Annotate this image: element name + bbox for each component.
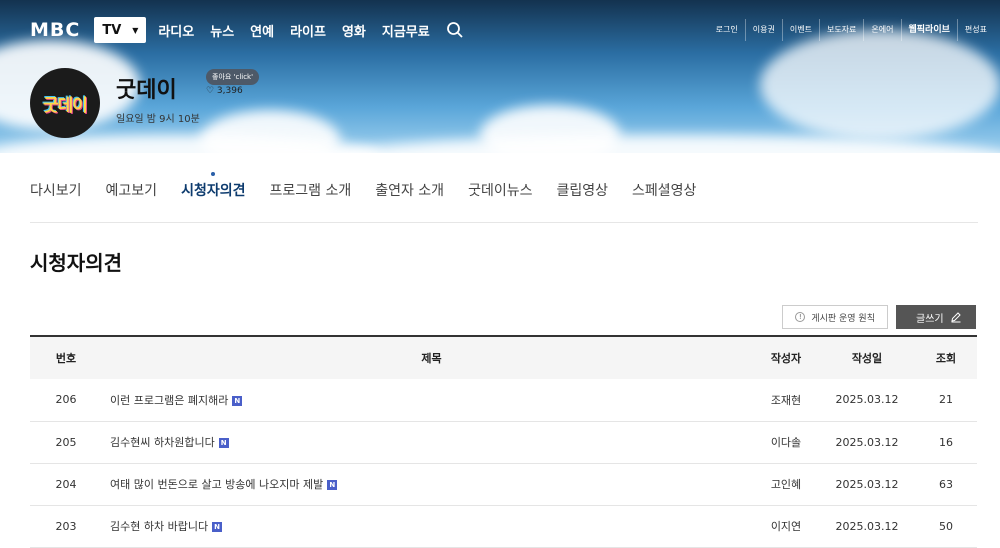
mbc-logo[interactable]: MBC	[30, 19, 80, 41]
info-icon: !	[795, 312, 806, 322]
table-row[interactable]: 205 김수현씨 하차원합니다 N 이다솔 2025.03.12 16	[30, 421, 977, 464]
tab-replay[interactable]: 다시보기	[30, 180, 82, 200]
program-airtime: 일요일 밤 9시 10분	[116, 114, 200, 125]
row-title[interactable]: 김수현씨 하차원합니다	[110, 436, 215, 449]
row-title[interactable]: 김수현 하차 바랍니다	[110, 520, 208, 533]
row-title-cell[interactable]: 김수현 하차 바랍니다 N	[102, 505, 753, 548]
board-actions: ! 게시판 운영 원칙 글쓰기	[782, 305, 976, 329]
row-title-cell[interactable]: 김수현씨 하차원합니다 N	[102, 421, 753, 464]
schedule-link[interactable]: 편성표	[956, 19, 994, 41]
like-count: ♡ 3,396	[206, 86, 243, 96]
tab-specials[interactable]: 스페셜영상	[632, 180, 696, 200]
row-views: 21	[915, 379, 977, 422]
main-menu: 라디오 뉴스 연예 라이프 영화 지금무료	[158, 21, 445, 40]
menu-item-life[interactable]: 라이프	[290, 21, 326, 40]
caret-down-icon: ▼	[132, 25, 139, 35]
tab-program-intro[interactable]: 프로그램 소개	[269, 180, 351, 200]
new-badge: N	[327, 480, 338, 490]
program-info: 굿데이 일요일 밤 9시 10분	[116, 72, 200, 125]
row-writer: 고인혜	[753, 463, 819, 506]
write-button-label: 글쓰기	[916, 313, 944, 325]
row-writer: 이다솔	[753, 421, 819, 464]
utility-links: 로그인 이용권 이벤트 보도자료 온에어 웹픽라이브 편성표	[709, 19, 994, 41]
event-link[interactable]: 이벤트	[781, 19, 819, 41]
program-header: 굿데이 굿데이 일요일 밤 9시 10분 좋아요 'click' ♡ 3,396	[30, 68, 260, 138]
tab-clips[interactable]: 클립영상	[556, 180, 608, 200]
tabs-divider	[30, 222, 978, 223]
channel-select-value: TV	[102, 22, 122, 38]
column-header-title: 제목	[421, 352, 442, 365]
row-writer: 이지연	[753, 505, 819, 548]
menu-item-free-now[interactable]: 지금무료	[382, 21, 430, 40]
row-date: 2025.03.12	[819, 463, 915, 506]
row-title[interactable]: 여태 많이 번돈으로 살고 방송에 나오지마 제발	[110, 478, 323, 491]
column-header-number: 번호	[55, 352, 77, 365]
opinion-board-table: 번호 제목 작성자 작성일 조회 206 이런 프로그램은 폐지해라 N 조재현 …	[30, 335, 977, 548]
press-link[interactable]: 보도자료	[818, 19, 863, 41]
pass-link[interactable]: 이용권	[744, 19, 782, 41]
pencil-icon	[950, 312, 961, 323]
tab-cast-intro[interactable]: 출연자 소개	[375, 180, 444, 200]
webpick-live-link[interactable]: 웹픽라이브	[900, 19, 957, 41]
table-row[interactable]: 204 여태 많이 번돈으로 살고 방송에 나오지마 제발 N 고인혜 2025.…	[30, 463, 977, 506]
menu-item-news[interactable]: 뉴스	[210, 21, 234, 40]
row-number: 203	[30, 505, 102, 548]
table-header-row: 번호 제목 작성자 작성일 조회	[30, 336, 977, 379]
row-number: 204	[30, 463, 102, 506]
page-title: 시청자의견	[30, 251, 122, 275]
program-logo: 굿데이	[30, 68, 100, 138]
row-date: 2025.03.12	[819, 379, 915, 422]
search-icon[interactable]	[446, 21, 464, 39]
row-writer: 조재현	[753, 379, 819, 422]
row-views: 50	[915, 505, 977, 548]
row-number: 205	[30, 421, 102, 464]
program-title: 굿데이	[116, 78, 177, 103]
column-header-views: 조회	[935, 352, 957, 365]
tab-goodday-news[interactable]: 굿데이뉴스	[468, 180, 532, 200]
row-views: 63	[915, 463, 977, 506]
menu-item-entertainment[interactable]: 연예	[250, 21, 274, 40]
row-title[interactable]: 이런 프로그램은 폐지해라	[110, 394, 228, 407]
column-header-writer: 작성자	[770, 352, 802, 365]
board-rules-button[interactable]: ! 게시판 운영 원칙	[782, 305, 888, 329]
row-date: 2025.03.12	[819, 421, 915, 464]
board-rules-label: 게시판 운영 원칙	[811, 313, 875, 324]
menu-item-movie[interactable]: 영화	[342, 21, 366, 40]
program-banner: MBC TV ▼ 라디오 뉴스 연예 라이프 영화 지금무료 로그인 이용권 이…	[0, 0, 1000, 153]
row-date: 2025.03.12	[819, 505, 915, 548]
menu-item-radio[interactable]: 라디오	[158, 21, 194, 40]
row-title-cell[interactable]: 여태 많이 번돈으로 살고 방송에 나오지마 제발 N	[102, 463, 753, 506]
row-views: 16	[915, 421, 977, 464]
table-row[interactable]: 206 이런 프로그램은 폐지해라 N 조재현 2025.03.12 21	[30, 379, 977, 422]
row-title-cell[interactable]: 이런 프로그램은 폐지해라 N	[102, 379, 753, 422]
login-link[interactable]: 로그인	[709, 19, 745, 41]
new-badge: N	[218, 438, 229, 448]
new-badge: N	[232, 395, 243, 406]
tab-preview[interactable]: 예고보기	[106, 180, 158, 200]
write-button[interactable]: 글쓰기	[896, 305, 976, 329]
onair-link[interactable]: 온에어	[863, 19, 900, 41]
program-tabs: 다시보기 예고보기 시청자의견 프로그램 소개 출연자 소개 굿데이뉴스 클립영…	[30, 180, 720, 200]
table-row[interactable]: 203 김수현 하차 바랍니다 N 이지연 2025.03.12 50	[30, 505, 977, 548]
row-number: 206	[30, 379, 102, 422]
channel-select[interactable]: TV ▼	[94, 17, 147, 43]
tab-viewer-opinion[interactable]: 시청자의견	[181, 180, 245, 200]
new-badge: N	[212, 522, 223, 532]
column-header-date: 작성일	[851, 352, 883, 365]
like-button[interactable]: 좋아요 'click'	[206, 69, 260, 85]
